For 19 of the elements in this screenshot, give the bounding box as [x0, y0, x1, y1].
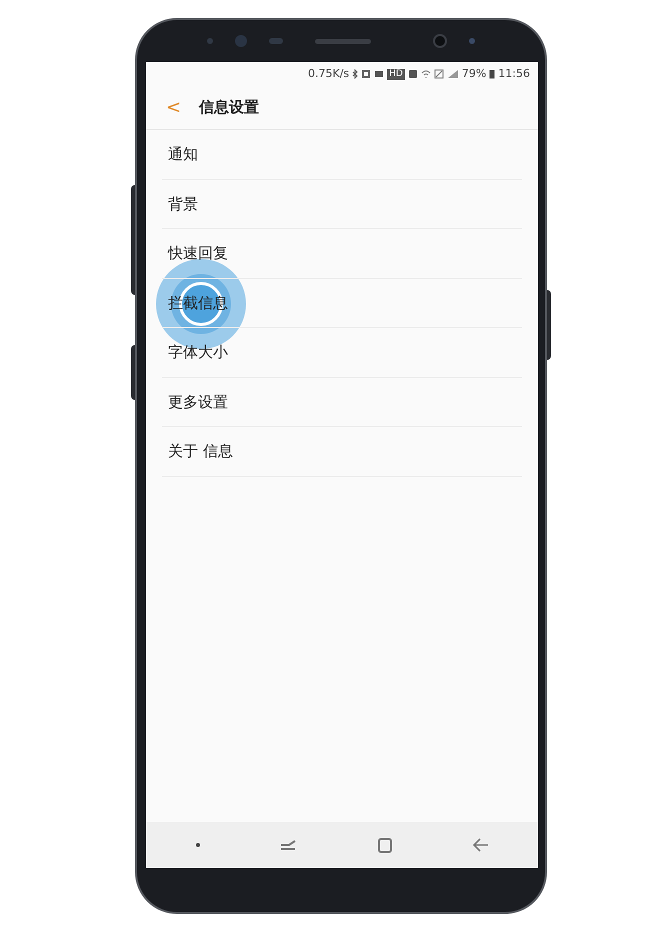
hd-badge: HD	[387, 68, 405, 80]
settings-item[interactable]: 关于 信息	[162, 427, 522, 476]
earpiece	[315, 38, 371, 44]
wifi-icon	[420, 69, 431, 79]
settings-item[interactable]: 背景	[162, 180, 522, 229]
network-speed: 0.75K/s	[308, 66, 350, 82]
front-camera	[433, 34, 447, 48]
settings-item[interactable]: 通知	[162, 130, 522, 180]
bluetooth-icon	[352, 69, 358, 79]
settings-item[interactable]: 快速回复	[162, 229, 522, 278]
settings-item[interactable]: 字体大小	[162, 328, 522, 378]
battery-percent: 79%	[462, 66, 486, 82]
battery-icon	[489, 69, 496, 79]
clock: 11:56	[498, 66, 530, 82]
signal-icon	[446, 69, 459, 79]
home-icon	[376, 837, 393, 853]
page-title: 信息设置	[199, 97, 260, 118]
back-arrow-icon	[472, 837, 488, 853]
settings-item[interactable]: 更多设置	[162, 378, 522, 427]
